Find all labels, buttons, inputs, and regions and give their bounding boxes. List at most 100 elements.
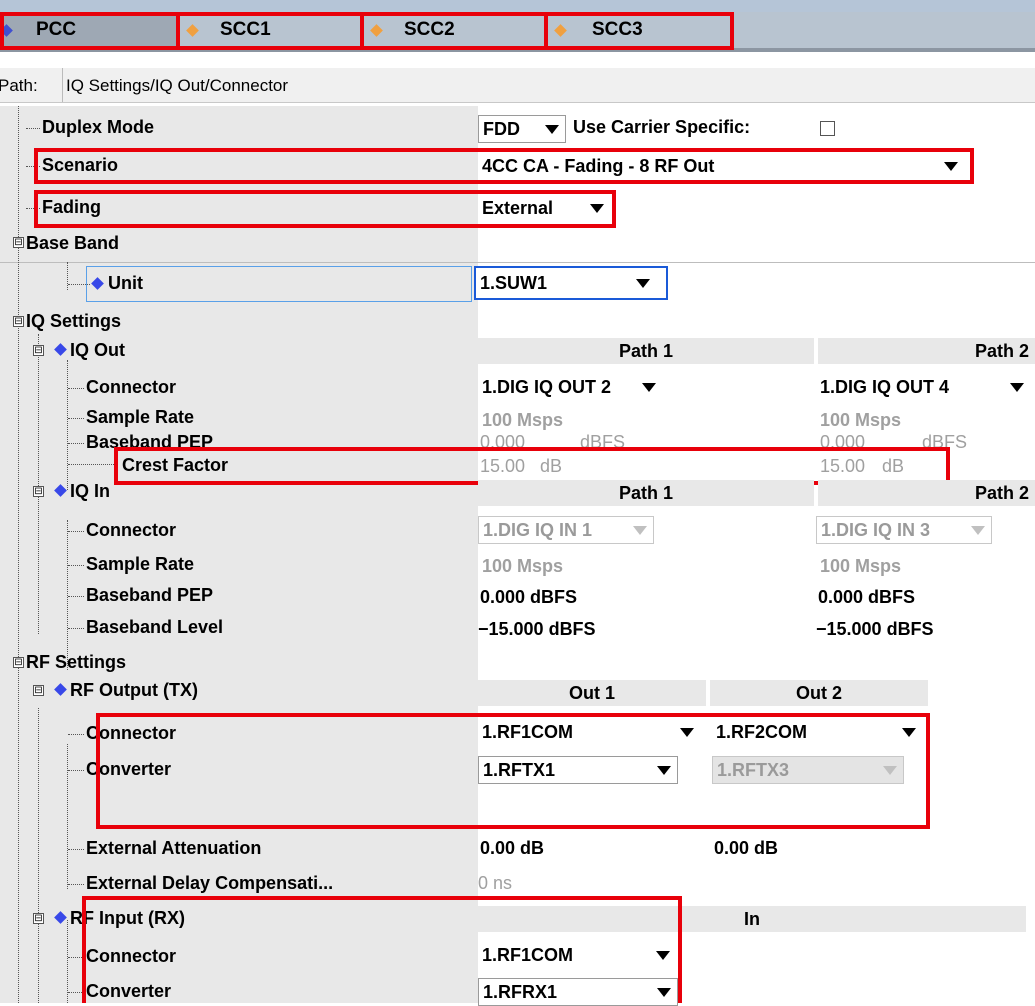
iq-in-baseband-level-path1: −15.000 dBFS <box>478 619 596 639</box>
iq-in-path2-header: Path 2 <box>818 480 1035 506</box>
iq-out-connector-label: Connector <box>86 377 176 397</box>
rf-input-connector-label: Connector <box>86 946 176 966</box>
tree-expander-icon[interactable]: ⊟ <box>13 237 24 248</box>
path-value-field <box>62 68 1033 102</box>
dropdown-arrow-icon <box>642 383 656 392</box>
rf-output-ext-attenuation-out2[interactable]: 0.00 dB <box>714 838 778 859</box>
path-label: Path: <box>0 76 38 95</box>
duplex-mode-dropdown[interactable]: FDD <box>478 115 566 143</box>
dropdown-arrow-icon <box>680 728 694 737</box>
diamond-marker-icon <box>370 24 383 37</box>
unit-dropdown[interactable]: 1.SUW1 <box>474 266 668 300</box>
iq-in-path1-header: Path 1 <box>478 480 814 506</box>
iq-out-connector-path1-value: 1.DIG IQ OUT 2 <box>482 377 612 397</box>
iq-out-baseband-pep-label: Baseband PEP <box>86 432 214 452</box>
iq-out-baseband-pep-path1[interactable]: 0.000 <box>480 432 525 453</box>
dropdown-arrow-icon <box>636 279 650 288</box>
rf-input-in-header: In <box>478 906 1026 932</box>
tree-expander-icon[interactable]: ⊟ <box>33 486 44 497</box>
iq-out-crest-factor-unit1: dB <box>540 456 563 476</box>
rf-output-ext-delay-value[interactable]: 0 ns <box>478 873 512 894</box>
scenario-value: 4CC CA - Fading - 8 RF Out <box>482 156 715 176</box>
iq-in-connector-label: Connector <box>86 520 176 540</box>
tree-expander-icon[interactable]: ⊟ <box>33 345 44 356</box>
rf-input-connector-value: 1.RF1COM <box>482 945 574 965</box>
iq-settings-label: IQ Settings <box>26 311 122 331</box>
dropdown-arrow-icon <box>657 988 671 997</box>
dropdown-arrow-icon <box>590 204 604 213</box>
iq-out-connector-path2-dropdown[interactable]: 1.DIG IQ OUT 4 <box>816 374 1030 400</box>
iq-out-crest-factor-unit2: dB <box>882 456 905 476</box>
iq-out-path2-header: Path 2 <box>818 338 1035 364</box>
rf-output-connector-out1-dropdown[interactable]: 1.RF1COM <box>478 719 700 745</box>
rf-input-converter-dropdown[interactable]: 1.RFRX1 <box>478 978 678 1006</box>
unit-value: 1.SUW1 <box>480 273 548 293</box>
tree-expander-icon[interactable]: ⊟ <box>33 685 44 696</box>
tab-scc1[interactable]: SCC1 <box>176 12 360 48</box>
tab-label: PCC <box>36 19 77 40</box>
fading-value: External <box>482 198 554 218</box>
iq-out-path1-header: Path 1 <box>478 338 814 364</box>
rf-input-label: RF Input (RX) <box>70 908 185 928</box>
rf-input-connector-dropdown[interactable]: 1.RF1COM <box>478 942 676 968</box>
iq-in-baseband-pep-label: Baseband PEP <box>86 585 214 605</box>
use-carrier-specific-checkbox[interactable] <box>820 121 835 136</box>
iq-in-sample-rate-path1: 100 Msps <box>482 556 564 576</box>
iq-in-sample-rate-path2: 100 Msps <box>820 556 902 576</box>
rf-settings-label: RF Settings <box>26 652 127 672</box>
rf-output-label: RF Output (TX) <box>70 680 198 700</box>
rf-output-converter-out2-value: 1.RFTX3 <box>717 760 790 780</box>
iq-in-connector-path2-value: 1.DIG IQ IN 3 <box>821 520 931 540</box>
rf-output-connector-out2-dropdown[interactable]: 1.RF2COM <box>712 719 922 745</box>
iq-out-baseband-pep-path2[interactable]: 0.000 <box>820 432 865 453</box>
tab-label: SCC1 <box>220 19 271 40</box>
rf-output-converter-label: Converter <box>86 759 172 779</box>
tab-scc2[interactable]: SCC2 <box>360 12 544 48</box>
duplex-mode-value: FDD <box>483 119 520 139</box>
dropdown-arrow-icon <box>971 526 985 535</box>
duplex-mode-label: Duplex Mode <box>42 117 155 137</box>
use-carrier-specific-label: Use Carrier Specific: <box>573 117 751 137</box>
diamond-marker-icon <box>0 24 13 37</box>
tab-pcc[interactable]: PCC <box>0 12 176 48</box>
rf-output-converter-out1-dropdown[interactable]: 1.RFTX1 <box>478 756 678 784</box>
iq-in-connector-path1-dropdown[interactable]: 1.DIG IQ IN 1 <box>478 516 654 544</box>
rf-output-out1-header: Out 1 <box>478 680 706 706</box>
fading-label: Fading <box>42 197 101 217</box>
iq-out-sample-rate-label: Sample Rate <box>86 407 195 427</box>
rf-output-ext-attenuation-out1[interactable]: 0.00 dB <box>480 838 544 859</box>
tree-expander-icon[interactable]: ⊟ <box>13 316 24 327</box>
iq-in-baseband-level-label: Baseband Level <box>86 617 224 637</box>
dropdown-arrow-icon <box>545 125 559 134</box>
dropdown-arrow-icon <box>633 526 647 535</box>
dropdown-arrow-icon <box>657 766 671 775</box>
unit-label: Unit <box>108 273 143 293</box>
iq-out-baseband-pep-unit1: dBFS <box>580 432 626 452</box>
fading-dropdown[interactable]: External <box>478 195 610 221</box>
iq-in-baseband-level-path2: −15.000 dBFS <box>816 619 934 639</box>
iq-out-crest-factor-path1[interactable]: 15.00 <box>480 456 525 477</box>
iq-out-connector-path1-dropdown[interactable]: 1.DIG IQ OUT 2 <box>478 374 662 400</box>
scenario-dropdown[interactable]: 4CC CA - Fading - 8 RF Out <box>478 153 968 179</box>
iq-out-crest-factor-path2[interactable]: 15.00 <box>820 456 865 477</box>
dropdown-arrow-icon <box>883 766 897 775</box>
diamond-marker-icon <box>186 24 199 37</box>
dropdown-arrow-icon <box>944 162 958 171</box>
rf-output-connector-out2-value: 1.RF2COM <box>716 722 808 742</box>
tab-scc3[interactable]: SCC3 <box>544 12 732 48</box>
tab-label: SCC2 <box>404 19 455 40</box>
carrier-tab-bar: PCC SCC1 SCC2 SCC3 <box>0 0 1035 52</box>
base-band-label: Base Band <box>26 233 120 253</box>
iq-out-sample-rate-path2: 100 Msps <box>820 410 902 430</box>
rf-output-converter-out1-value: 1.RFTX1 <box>483 760 556 780</box>
dropdown-arrow-icon <box>902 728 916 737</box>
unit-row-selection[interactable] <box>86 266 472 302</box>
dropdown-arrow-icon <box>1010 383 1024 392</box>
rf-output-converter-out2-dropdown[interactable]: 1.RFTX3 <box>712 756 904 784</box>
tab-label: SCC3 <box>592 19 643 40</box>
iq-in-sample-rate-label: Sample Rate <box>86 554 195 574</box>
iq-in-connector-path2-dropdown[interactable]: 1.DIG IQ IN 3 <box>816 516 992 544</box>
iq-out-label: IQ Out <box>70 340 125 360</box>
tree-expander-icon[interactable]: ⊟ <box>13 657 24 668</box>
tree-expander-icon[interactable]: ⊟ <box>33 913 44 924</box>
